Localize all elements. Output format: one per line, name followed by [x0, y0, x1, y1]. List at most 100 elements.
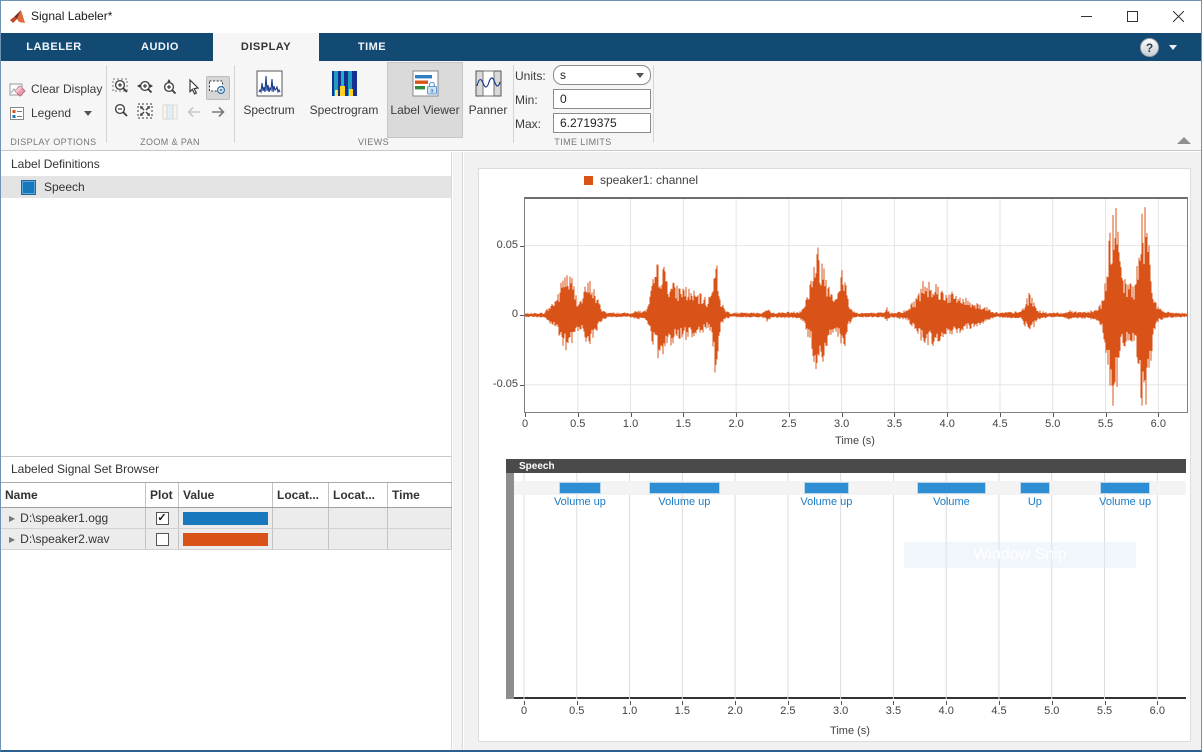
empty-cell: [329, 508, 388, 529]
table-row[interactable]: ▶ D:\speaker2.wav: [1, 529, 452, 550]
spectrum-button[interactable]: Spectrum: [237, 63, 301, 137]
panner-strip-icon[interactable]: [160, 102, 180, 122]
labeled-signal-set-browser-panel: Labeled Signal Set Browser Name Plot Value…: [1, 456, 452, 750]
y-tick-mark: [520, 315, 524, 317]
x-tick-label: 5.5: [1097, 418, 1114, 430]
label-definition-name: Speech: [44, 180, 85, 194]
x-tick-label: 0: [521, 418, 529, 430]
x-tick-label: 2.5: [780, 705, 796, 717]
label-band: [514, 481, 1186, 495]
y-tick-label: -0.05: [492, 377, 518, 390]
maximize-button[interactable]: [1109, 1, 1155, 31]
help-dropdown-caret-icon[interactable]: [1169, 45, 1177, 50]
tab-audio[interactable]: AUDIO: [107, 33, 213, 61]
clear-display-label: Clear Display: [31, 82, 103, 96]
signal-name-cell[interactable]: ▶ D:\speaker1.ogg: [1, 508, 146, 529]
minimize-icon: [1080, 15, 1092, 17]
label-viewer-button[interactable]: a Label Viewer: [389, 63, 461, 137]
close-button[interactable]: [1155, 1, 1201, 31]
zoom-in-y-icon[interactable]: [160, 78, 180, 98]
y-tick-label: 0.05: [496, 238, 518, 251]
label-viewer-x-axis-title: Time (s): [830, 725, 870, 737]
label-segment[interactable]: [558, 482, 602, 494]
minimize-button[interactable]: [1063, 1, 1109, 31]
column-header[interactable]: Locat...: [273, 483, 329, 507]
x-tick-label: 2.0: [728, 418, 744, 430]
expand-arrow-icon[interactable]: ▶: [9, 514, 15, 523]
label-definitions-title: Label Definitions: [11, 157, 100, 171]
plot-checkbox[interactable]: ✓: [155, 511, 169, 525]
column-header[interactable]: Name: [1, 483, 146, 507]
column-header[interactable]: Plot: [146, 483, 179, 507]
label-viewer-label: Label Viewer: [390, 103, 460, 117]
min-time-input[interactable]: [553, 89, 651, 109]
legend-dropdown-caret-icon[interactable]: [84, 110, 93, 116]
max-time-input[interactable]: [553, 113, 651, 133]
zoom-in-icon[interactable]: [112, 78, 132, 98]
label-track-name: Speech: [519, 460, 555, 472]
label-segment[interactable]: [1100, 482, 1150, 494]
spectrogram-button[interactable]: Spectrogram: [301, 63, 387, 137]
zoom-out-icon[interactable]: [112, 102, 132, 122]
y-tick-label: 0: [511, 308, 518, 321]
x-tick-label: 1.0: [622, 418, 639, 430]
table-row[interactable]: ▶ D:\speaker1.ogg ✓: [1, 508, 452, 529]
panel-splitter[interactable]: [453, 152, 463, 750]
label-segment[interactable]: [1020, 482, 1050, 494]
legend-button[interactable]: Legend: [9, 102, 93, 124]
clear-display-button[interactable]: Clear Display: [9, 78, 102, 100]
spectrogram-label: Spectrogram: [309, 103, 379, 117]
label-segment[interactable]: [916, 482, 987, 494]
expand-arrow-icon[interactable]: ▶: [9, 535, 15, 544]
waveform-plot[interactable]: [524, 197, 1188, 413]
label-definitions-panel: Label Definitions Speech: [1, 152, 452, 456]
x-tick-label: 3.0: [833, 418, 850, 430]
units-dropdown[interactable]: s: [553, 65, 651, 85]
x-tick-mark: [1158, 413, 1160, 417]
help-button[interactable]: ?: [1140, 38, 1159, 57]
x-tick-label: 0: [520, 705, 528, 717]
label-segment-text: Volume up: [800, 496, 853, 508]
signal-name-cell[interactable]: ▶ D:\speaker2.wav: [1, 529, 146, 550]
x-tick-label: 4.0: [939, 418, 955, 430]
panner-button[interactable]: Panner: [463, 63, 513, 137]
section-label-zoom-pan: ZOOM & PAN: [140, 137, 200, 147]
label-segment-text: Volume up: [1099, 496, 1152, 508]
section-separator: [106, 65, 107, 143]
x-tick-label: 1.0: [621, 705, 638, 717]
column-header[interactable]: Value: [179, 483, 273, 507]
plot-checkbox[interactable]: [155, 532, 169, 546]
column-header[interactable]: Locat...: [329, 483, 388, 507]
label-color-swatch: [21, 179, 36, 195]
value-cell: [179, 529, 273, 550]
legend-icon: [10, 106, 24, 120]
x-tick-mark: [1052, 413, 1054, 417]
pointer-icon[interactable]: [184, 78, 204, 98]
tab-display[interactable]: DISPLAY: [213, 33, 319, 61]
tab-time[interactable]: TIME: [319, 33, 425, 61]
tab-labeler[interactable]: LABELER: [1, 33, 107, 61]
fit-to-view-icon[interactable]: [136, 102, 156, 122]
app-window: Signal Labeler* LABELER AUDIO DISPLAY TIME …: [0, 0, 1202, 752]
label-viewer-scrollbar[interactable]: [506, 473, 514, 699]
x-tick-label: 6.0: [1149, 705, 1165, 717]
label-viewer-plot[interactable]: Volume up Volume up Volume up Volume Up Volum…: [514, 473, 1186, 699]
screenshot-watermark: Window Snip: [904, 542, 1136, 568]
legend-label: Legend: [31, 106, 72, 120]
plot-cell: ✓: [146, 508, 179, 529]
label-segment[interactable]: [803, 482, 850, 494]
section-label-display-options: DISPLAY OPTIONS: [10, 137, 97, 147]
display-area: speaker1: channel 0.05 0 -0.05 0 0.5 1.0 1.5 2…: [464, 152, 1201, 750]
column-header[interactable]: Time: [388, 483, 452, 507]
value-color-bar: [183, 532, 268, 546]
units-dropdown-caret-icon: [636, 72, 644, 78]
next-view-icon[interactable]: [208, 102, 228, 122]
collapse-toolstrip-icon[interactable]: [1177, 137, 1191, 144]
toolstrip: Clear Display Legend DISPLAY OPTIONS ZOO…: [1, 61, 1201, 151]
label-segment[interactable]: [648, 482, 721, 494]
previous-view-icon[interactable]: [184, 102, 204, 122]
zoom-region-icon[interactable]: [208, 78, 228, 98]
label-definition-item[interactable]: Speech: [1, 176, 451, 198]
zoom-in-x-icon[interactable]: [136, 78, 156, 98]
x-tick-label: 4.5: [991, 705, 1007, 717]
